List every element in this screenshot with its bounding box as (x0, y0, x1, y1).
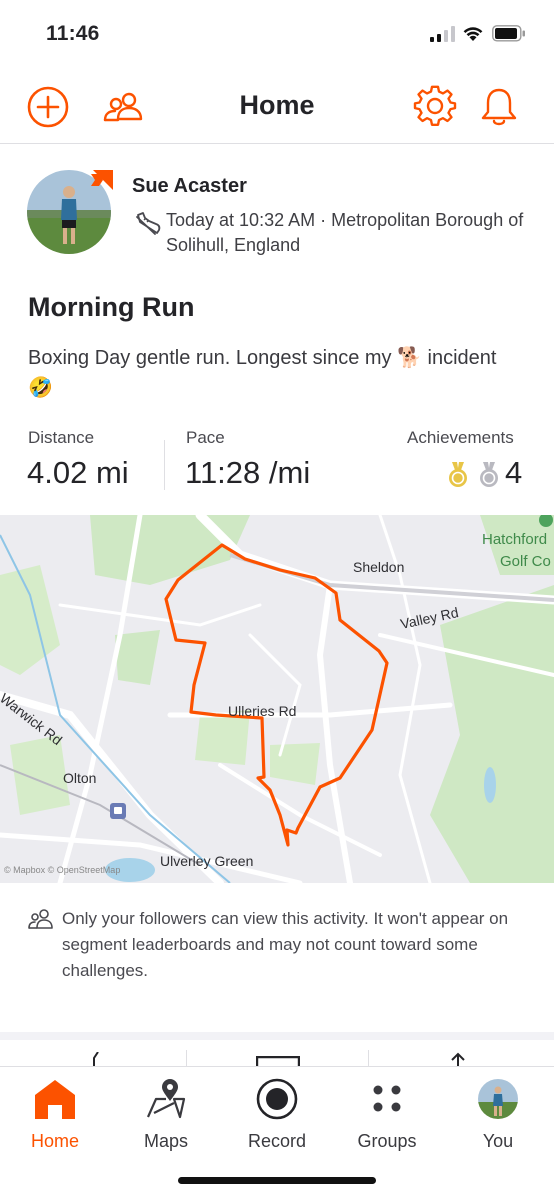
athlete-avatar[interactable] (27, 170, 113, 254)
activity-map[interactable]: Hatchford Golf Co Sheldon Valley Rd Ulle… (0, 515, 554, 883)
gold-medal-icon (449, 462, 467, 487)
map-icon (146, 1079, 186, 1119)
action-bar (0, 1040, 554, 1068)
cellular-signal-icon (430, 26, 455, 42)
map-label-ulverley-green: Ulverley Green (160, 853, 254, 869)
activity-meta: Today at 10:32 AM · Metropolitan Borough… (132, 208, 532, 258)
wifi-icon (463, 27, 483, 41)
status-bar: 11:46 (0, 0, 554, 70)
map-canvas (0, 515, 554, 883)
map-label-olton: Olton (63, 770, 97, 786)
activity-title[interactable]: Morning Run (28, 292, 194, 323)
map-attribution[interactable]: © Mapbox © OpenStreetMap (4, 865, 120, 875)
page-title: Home (239, 90, 315, 120)
run-shoe-icon (136, 212, 161, 235)
tab-you[interactable]: You (443, 1077, 553, 1163)
map-label-golf: Golf Co (500, 553, 551, 570)
distance-label: Distance (28, 428, 95, 447)
tab-label-groups: Groups (357, 1131, 417, 1151)
tab-label-maps: Maps (143, 1131, 188, 1151)
tab-label-home: Home (30, 1131, 79, 1151)
privacy-note: Only your followers can view this activi… (28, 906, 528, 984)
pace-label: Pace (186, 428, 225, 447)
map-label-hatchford: Hatchford (482, 531, 548, 548)
silver-medal-icon (480, 462, 498, 487)
tab-record[interactable]: Record (222, 1077, 332, 1163)
status-time: 11:46 (46, 22, 100, 45)
record-icon (256, 1078, 298, 1120)
tab-label-you: You (482, 1131, 514, 1151)
subscriber-badge-icon (91, 170, 113, 190)
home-icon (35, 1080, 75, 1119)
home-indicator (178, 1177, 376, 1184)
achievements-count: 4 (505, 455, 523, 490)
pace-value: 11:28 /mi (185, 455, 311, 490)
stat-divider (164, 440, 165, 490)
tab-label-record: Record (247, 1131, 307, 1151)
map-label-sheldon: Sheldon (353, 559, 405, 575)
achievements-label: Achievements (407, 428, 514, 447)
top-nav: Home (0, 70, 554, 144)
map-label-ulleries-rd: Ulleries Rd (228, 703, 297, 719)
battery-icon (492, 25, 525, 42)
gear-icon[interactable] (412, 84, 458, 130)
groups-icon (373, 1085, 401, 1112)
profile-avatar (478, 1079, 518, 1119)
tab-groups[interactable]: Groups (332, 1077, 442, 1163)
distance-value: 4.02 mi (27, 455, 129, 490)
tab-maps[interactable]: Maps (111, 1077, 221, 1163)
tab-home[interactable]: Home (0, 1077, 110, 1163)
athlete-name[interactable]: Sue Acaster (132, 175, 247, 198)
activity-description: Boxing Day gentle run. Longest since my … (28, 347, 497, 399)
followers-icon (28, 909, 53, 929)
bell-icon[interactable] (476, 84, 522, 130)
